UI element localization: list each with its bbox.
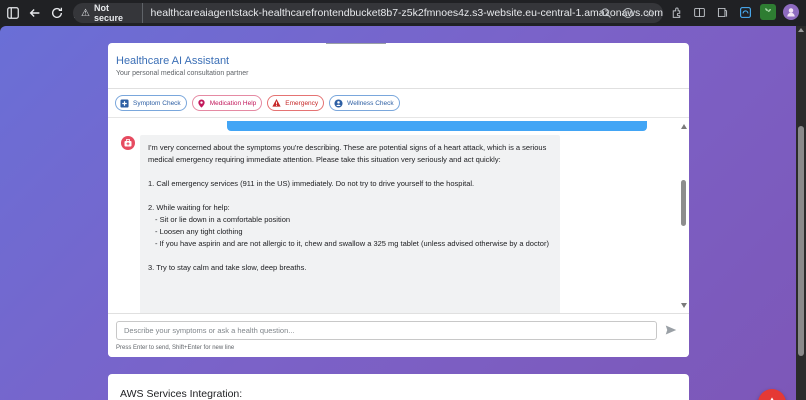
profile-avatar[interactable] (783, 4, 799, 20)
header-divider (108, 88, 689, 89)
aws-section-title: AWS Services Integration: (120, 388, 243, 400)
assistant-avatar (121, 136, 135, 150)
symptom-check-button[interactable]: Symptom Check (115, 95, 187, 111)
person-icon (334, 98, 343, 108)
split-screen-icon[interactable] (691, 4, 707, 20)
message-intro: I'm very concerned about the symptoms yo… (148, 143, 547, 164)
emergency-label: Emergency (285, 99, 319, 107)
emergency-button[interactable]: Emergency (267, 95, 325, 111)
assistant-card: Healthcare AI Assistant Your personal me… (108, 43, 689, 357)
plant-extension-icon[interactable] (760, 4, 776, 20)
medical-bag-icon (124, 139, 132, 147)
aws-integration-card: AWS Services Integration: (108, 374, 689, 400)
wellness-check-button[interactable]: Wellness Check (329, 95, 400, 111)
message-step-1: 1. Call emergency services (911 in the U… (148, 179, 475, 188)
message-step-2-item: - Sit or lie down in a comfortable posit… (155, 215, 291, 224)
browser-toolbar: ⚠ Not secure healthcareaiagentstack-heal… (0, 0, 806, 26)
back-icon[interactable] (24, 2, 46, 24)
warning-triangle-icon: ⚠ (81, 7, 90, 19)
message-step-2-item: - If you have aspirin and are not allerg… (155, 239, 549, 248)
quick-actions: Symptom Check Medication Help Emergency … (115, 95, 400, 111)
extensions-icon[interactable] (668, 4, 684, 20)
page-scrollbar[interactable] (796, 26, 806, 400)
previous-section-edge (326, 41, 386, 44)
url-text[interactable]: healthcareaiagentstack-healthcarefronten… (151, 7, 663, 19)
warning-icon (272, 98, 281, 108)
chat-scrollbar[interactable] (680, 118, 689, 313)
user-message-bubble (227, 121, 647, 131)
message-input[interactable]: Describe your symptoms or ask a health q… (116, 321, 657, 340)
zoom-icon[interactable] (599, 6, 613, 20)
warning-icon (770, 397, 774, 400)
page-subtitle: Your personal medical consultation partn… (116, 70, 249, 77)
plus-square-icon (120, 98, 129, 108)
message-input-placeholder: Describe your symptoms or ask a health q… (124, 326, 295, 335)
input-hint: Press Enter to send, Shift+Enter for new… (116, 345, 235, 351)
medication-help-button[interactable]: Medication Help (191, 95, 263, 111)
reload-icon[interactable] (46, 2, 68, 24)
send-button[interactable] (664, 323, 678, 337)
address-bar[interactable]: ⚠ Not secure healthcareaiagentstack-heal… (73, 3, 663, 23)
collections-icon[interactable] (737, 4, 753, 20)
wellness-check-label: Wellness Check (347, 99, 394, 107)
message-step-3: 3. Try to stay calm and take slow, deep … (148, 263, 307, 272)
pill-icon (197, 98, 206, 108)
scroll-down-arrow-icon[interactable] (681, 303, 687, 308)
send-icon (665, 325, 677, 335)
medication-help-label: Medication Help (209, 99, 257, 107)
page-viewport: Healthcare AI Assistant Your personal me… (0, 26, 796, 400)
chat-messages[interactable]: I'm very concerned about the symptoms yo… (108, 117, 689, 313)
message-step-2: 2. While waiting for help: (148, 203, 230, 212)
page-scroll-up-icon[interactable] (798, 28, 804, 32)
emergency-fab[interactable] (758, 389, 786, 400)
assistant-message: I'm very concerned about the symptoms yo… (140, 135, 560, 313)
security-label[interactable]: Not secure (94, 3, 143, 23)
message-step-2-item: - Loosen any tight clothing (155, 227, 243, 236)
message-composer: Describe your symptoms or ask a health q… (108, 313, 689, 357)
scroll-up-arrow-icon[interactable] (681, 124, 687, 129)
page-scroll-thumb[interactable] (798, 126, 804, 356)
chat-scroll-thumb[interactable] (681, 180, 686, 226)
page-title: Healthcare AI Assistant (116, 55, 230, 67)
sidebar-toggle-icon[interactable] (2, 2, 24, 24)
more-dots-icon[interactable] (621, 6, 635, 20)
symptom-check-label: Symptom Check (133, 99, 181, 107)
favorites-icon[interactable] (714, 4, 730, 20)
star-icon[interactable]: ☆ (643, 6, 657, 20)
